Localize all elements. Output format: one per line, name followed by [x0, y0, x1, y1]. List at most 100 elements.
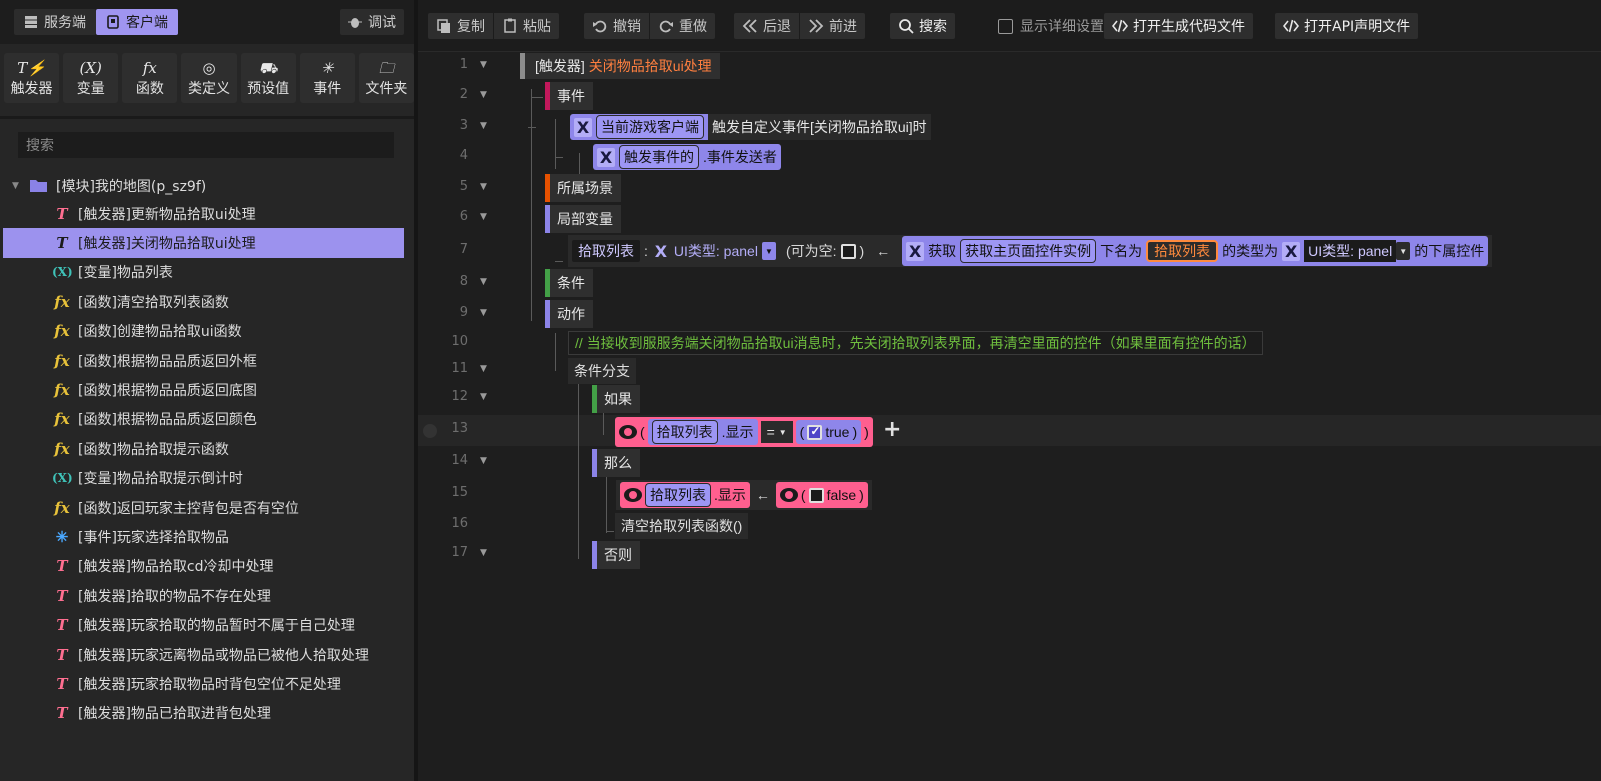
condition-expression[interactable]: ( 拾取列表 .显示 = ▼ ( true ) )	[615, 417, 873, 447]
tab-client[interactable]: 客户端	[96, 9, 178, 35]
detail-settings-checkbox[interactable]	[998, 18, 1013, 34]
open-code-button[interactable]: 打开生成代码文件	[1104, 13, 1253, 39]
tool-preset[interactable]: ⛟ 预设值	[240, 53, 296, 103]
forward-button[interactable]: 前进	[799, 13, 865, 39]
client-chip[interactable]: 当前游戏客户端	[596, 115, 704, 139]
tree-item[interactable]: fx [函数]创建物品拾取ui函数	[0, 317, 414, 346]
search-input[interactable]	[18, 132, 394, 158]
tree-item[interactable]: T [触发器]玩家远离物品或物品已被他人拾取处理	[0, 640, 414, 669]
tree-item[interactable]: fx [函数]根据物品品质返回颜色	[0, 405, 414, 434]
trigger-event-chip[interactable]: 触发事件的	[619, 145, 699, 169]
debug-button[interactable]: 调试	[340, 9, 404, 35]
fold-chevron-icon[interactable]: ▼	[480, 121, 487, 131]
tree-item[interactable]: fx [函数]根据物品品质返回底图	[0, 375, 414, 404]
preset-icon: ⛟	[258, 59, 278, 77]
operator-select[interactable]: = ▼	[760, 421, 793, 443]
undo-button[interactable]: 撤销	[584, 13, 649, 39]
function-call[interactable]: 清空拾取列表函数()	[615, 513, 749, 539]
redo-button[interactable]: 重做	[649, 13, 715, 39]
tree-item-label: [函数]创建物品拾取ui函数	[78, 324, 242, 341]
section-local-variables[interactable]: 局部变量	[545, 205, 621, 233]
function-icon: fx	[54, 351, 70, 370]
add-icon[interactable]: +	[883, 417, 901, 442]
back-button[interactable]: 后退	[734, 13, 799, 39]
tree-item[interactable]: fx [函数]根据物品品质返回外框	[0, 346, 414, 375]
chevron-down-icon[interactable]: ▼	[1396, 242, 1411, 260]
tool-trigger[interactable]: T⚡ 触发器	[4, 53, 60, 103]
fold-chevron-icon[interactable]: ▼	[480, 392, 487, 402]
local-variable-row[interactable]: 拾取列表 : X UI类型: panel ▼ (可为空: ) ← X 获取 获取…	[568, 235, 1493, 267]
section-event[interactable]: 事件	[545, 82, 593, 110]
tree-item[interactable]: T [触发器]更新物品拾取ui处理	[0, 199, 414, 228]
fold-chevron-icon[interactable]: ▼	[480, 212, 487, 222]
chevron-down-icon[interactable]: ▼	[12, 181, 22, 191]
tree-item[interactable]: T [触发器]物品拾取cd冷却中处理	[0, 552, 414, 581]
tree-item-label: [触发器]物品已拾取进背包处理	[78, 706, 271, 723]
if-block[interactable]: 如果	[592, 385, 640, 413]
tree-root-label: [模块]我的地图(p_sz9f)	[56, 178, 207, 195]
tree-item[interactable]: (X) [变量]物品列表	[0, 258, 414, 287]
tree-item[interactable]: T [触发器]拾取的物品不存在处理	[0, 581, 414, 610]
line-number: 4	[459, 148, 468, 163]
tree-item[interactable]: fx [函数]物品拾取提示函数	[0, 434, 414, 463]
branch-block[interactable]: 条件分支	[568, 358, 636, 384]
x-icon: X	[654, 241, 668, 261]
tree-item[interactable]: T [触发器]玩家拾取的物品暂时不属于自己处理	[0, 610, 414, 639]
event-block[interactable]: X 当前游戏客户端 触发自定义事件[关闭物品拾取ui]时	[570, 114, 931, 140]
property-access[interactable]: 拾取列表 .显示	[647, 419, 758, 445]
detail-settings-toggle[interactable]: 显示详细设置	[998, 13, 1104, 39]
tree-item[interactable]: (X) [变量]物品拾取提示倒计时	[0, 464, 414, 493]
tool-class[interactable]: ◎ 类定义	[181, 53, 237, 103]
open-api-button[interactable]: 打开API声明文件	[1275, 13, 1418, 39]
fold-chevron-icon[interactable]: ▼	[480, 60, 487, 70]
tool-variable[interactable]: (X) 变量	[63, 53, 119, 103]
tree-item[interactable]: fx [函数]清空拾取列表函数	[0, 287, 414, 316]
tab-server[interactable]: 服务端	[14, 9, 96, 35]
tree-root-module[interactable]: ▼ [模块]我的地图(p_sz9f)	[0, 172, 414, 199]
tree-item[interactable]: ✳ [事件]玩家选择拾取物品	[0, 522, 414, 551]
fold-chevron-icon[interactable]: ▼	[480, 548, 487, 558]
section-scene[interactable]: 所属场景	[545, 174, 621, 202]
assignment-row[interactable]: 拾取列表 .显示 ← ( false )	[616, 480, 872, 510]
fold-chevron-icon[interactable]: ▼	[480, 277, 487, 287]
sender-block[interactable]: X 触发事件的 .事件发送者	[593, 144, 781, 170]
trigger-header[interactable]: [触发器] 关闭物品拾取ui处理	[520, 53, 720, 79]
main-page-chip[interactable]: 获取主页面控件实例	[960, 239, 1097, 263]
code-editor[interactable]: 1 ▼ 2 ▼ 3 ▼ 4 5 ▼ 6 ▼ 7 8 ▼ 9 ▼ 10 11 ▼ 12 ▼ 13 14 ▼ 15 16 17 ▼ [触发…	[418, 53, 1601, 781]
tree-item[interactable]: T [触发器]物品已拾取进背包处理	[0, 699, 414, 728]
get-control-block[interactable]: X 获取 获取主页面控件实例 下名为 拾取列表 的类型为 X UI类型: pan…	[902, 236, 1489, 266]
true-checkbox[interactable]	[807, 424, 823, 440]
else-block[interactable]: 否则	[592, 541, 640, 569]
fold-chevron-icon[interactable]: ▼	[480, 364, 487, 374]
tool-folder[interactable]: 🗀 文件夹	[358, 53, 414, 103]
variable-name-input[interactable]: 拾取列表	[572, 240, 640, 262]
tree-item[interactable]: fx [函数]返回玩家主控背包是否有空位	[0, 493, 414, 522]
false-checkbox[interactable]	[808, 487, 824, 503]
comment-line[interactable]: // 当接收到服服务端关闭物品拾取ui消息时，先关闭拾取列表界面，再清空里面的控…	[568, 331, 1263, 355]
control-name-input[interactable]: 拾取列表	[1146, 240, 1219, 262]
tree-item[interactable]: T [触发器]关闭物品拾取ui处理	[3, 228, 404, 258]
section-label: 动作	[557, 306, 585, 322]
paste-button[interactable]: 粘贴	[493, 13, 559, 39]
trigger-name[interactable]: 关闭物品拾取ui处理	[589, 56, 712, 76]
tool-event[interactable]: ✳ 事件	[299, 53, 355, 103]
section-action[interactable]: 动作	[545, 300, 593, 328]
nullable-checkbox[interactable]	[840, 243, 856, 259]
variable-chip[interactable]: 拾取列表	[651, 420, 718, 444]
fold-chevron-icon[interactable]: ▼	[480, 90, 487, 100]
tree-item[interactable]: T [触发器]玩家拾取物品时背包空位不足处理	[0, 669, 414, 698]
fold-chevron-icon[interactable]: ▼	[480, 308, 487, 318]
section-condition[interactable]: 条件	[545, 269, 593, 297]
fold-chevron-icon[interactable]: ▼	[480, 456, 487, 466]
fold-chevron-icon[interactable]: ▼	[480, 182, 487, 192]
bool-false-block[interactable]: ( false )	[775, 482, 868, 508]
copy-button[interactable]: 复制	[428, 13, 493, 39]
then-block[interactable]: 那么	[592, 449, 640, 477]
redo-icon	[659, 20, 673, 33]
variable-chip[interactable]: 拾取列表	[645, 483, 711, 507]
property-access[interactable]: 拾取列表 .显示	[620, 482, 750, 508]
search-button[interactable]: 搜索	[890, 13, 955, 39]
tool-function[interactable]: fx 函数	[122, 53, 178, 103]
chevron-down-icon[interactable]: ▼	[761, 242, 776, 260]
bool-true-block[interactable]: ( true )	[795, 420, 862, 444]
